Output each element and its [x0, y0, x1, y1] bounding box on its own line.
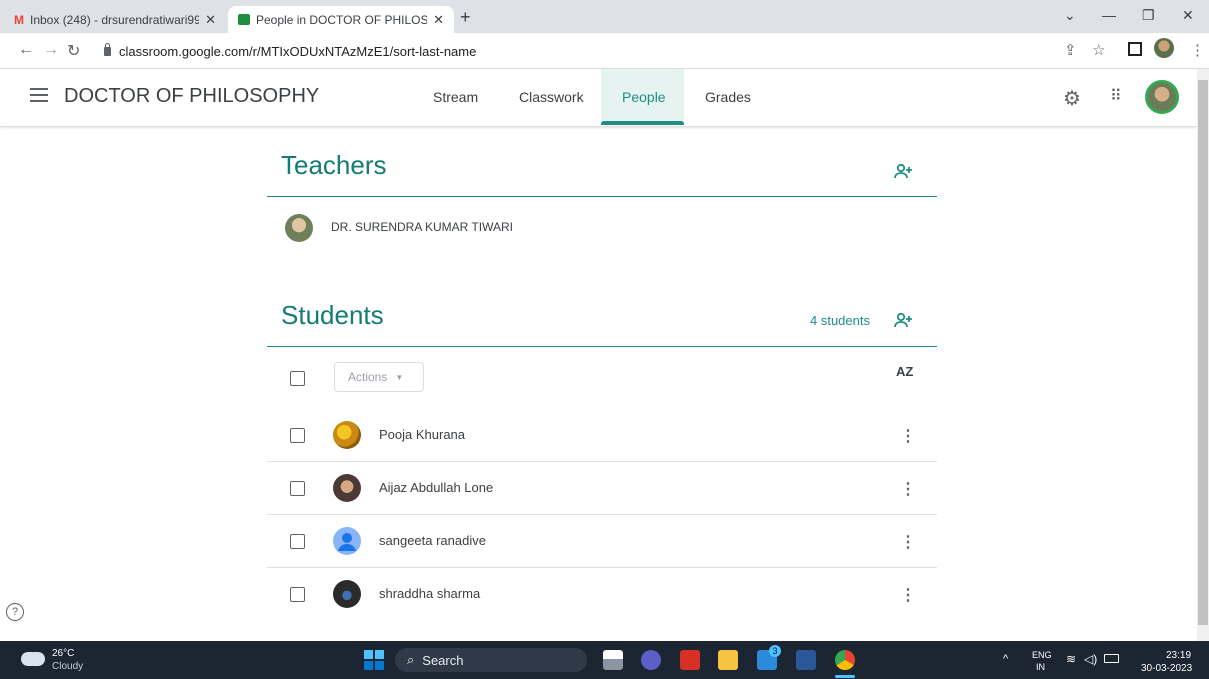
tab-people[interactable]: People	[622, 89, 666, 105]
forward-arrow-icon[interactable]: →	[43, 41, 59, 59]
teachers-divider	[267, 196, 937, 197]
actions-dropdown[interactable]: Actions ▼	[334, 362, 424, 392]
tab-close-icon[interactable]: ✕	[433, 12, 444, 28]
language-bottom[interactable]: IN	[1036, 662, 1045, 672]
more-options-icon[interactable]: ⋮	[900, 479, 916, 499]
lock-icon	[104, 42, 111, 56]
teacher-avatar	[285, 214, 313, 242]
select-all-checkbox[interactable]	[290, 371, 305, 386]
students-heading: Students	[281, 300, 384, 330]
more-options-icon[interactable]: ⋮	[900, 532, 916, 552]
share-icon[interactable]: ⇪	[1064, 41, 1077, 59]
teachers-heading: Teachers	[281, 150, 387, 180]
side-panel-icon[interactable]	[1128, 42, 1142, 56]
classroom-icon	[238, 14, 250, 25]
gmail-icon: M	[14, 12, 24, 27]
actions-label: Actions	[348, 370, 388, 384]
acrobat-icon[interactable]	[680, 650, 700, 670]
default-avatar-icon	[333, 527, 361, 555]
student-avatar	[333, 474, 361, 502]
teacher-name[interactable]: DR. SURENDRA KUMAR TIWARI	[331, 220, 513, 234]
apps-grid-icon[interactable]: ⠿	[1110, 86, 1122, 106]
tab-classwork[interactable]: Classwork	[519, 89, 584, 105]
file-explorer-icon[interactable]	[718, 650, 738, 670]
word-icon[interactable]	[796, 650, 816, 670]
row-divider	[267, 461, 937, 462]
clock-date[interactable]: 30-03-2023	[1141, 663, 1192, 674]
invite-teacher-icon[interactable]	[894, 163, 914, 182]
student-name[interactable]: sangeeta ranadive	[379, 533, 486, 548]
student-checkbox[interactable]	[290, 534, 305, 549]
bookmark-star-icon[interactable]: ☆	[1092, 41, 1105, 59]
search-label: Search	[422, 652, 464, 668]
main-menu-icon[interactable]	[30, 88, 48, 106]
chevron-down-icon: ▼	[395, 372, 404, 382]
browser-menu-icon[interactable]: ⋮	[1190, 41, 1205, 59]
minimize-button[interactable]: —	[1102, 7, 1116, 23]
tab-people-label: People in DOCTOR OF PHILOSOPHY	[256, 12, 428, 27]
url-text: classroom.google.com/r/MTIxODUxNTAzMzE1/…	[119, 43, 477, 59]
tab-grades[interactable]: Grades	[705, 89, 751, 105]
student-name[interactable]: Aijaz Abdullah Lone	[379, 480, 493, 495]
sort-az-icon[interactable]: AZ	[896, 364, 913, 379]
students-divider	[267, 346, 937, 347]
teams-chat-icon[interactable]	[641, 650, 661, 670]
account-avatar[interactable]	[1145, 80, 1179, 114]
tab-search-icon[interactable]: ⌄	[1064, 7, 1076, 24]
cloud-icon	[21, 652, 45, 666]
address-bar[interactable]: classroom.google.com/r/MTIxODUxNTAzMzE1/…	[104, 38, 1104, 64]
weather-temp[interactable]: 26°C	[52, 648, 74, 659]
student-name[interactable]: shraddha sharma	[379, 586, 480, 601]
tab-inbox[interactable]: M Inbox (248) - drsurendratiwari999 ✕	[4, 6, 226, 33]
taskbar-search[interactable]: ⌕ Search	[395, 648, 587, 672]
wifi-icon[interactable]: ≋	[1066, 652, 1076, 666]
windows-start-icon[interactable]	[364, 650, 384, 670]
clock-time[interactable]: 23:19	[1166, 650, 1191, 661]
invite-student-icon[interactable]	[894, 312, 914, 331]
scrollbar-thumb[interactable]	[1198, 80, 1208, 625]
battery-icon[interactable]	[1104, 654, 1119, 663]
student-checkbox[interactable]	[290, 587, 305, 602]
student-avatar	[333, 580, 361, 608]
tab-people[interactable]: People in DOCTOR OF PHILOSOPHY ✕	[228, 6, 454, 33]
search-icon: ⌕	[407, 652, 415, 667]
reload-icon[interactable]: ↻	[67, 41, 80, 61]
active-app-indicator	[835, 675, 855, 678]
tab-inbox-label: Inbox (248) - drsurendratiwari999	[30, 12, 200, 27]
maximize-button[interactable]: ❐	[1142, 7, 1155, 24]
language-top[interactable]: ENG	[1032, 650, 1052, 660]
student-checkbox[interactable]	[290, 428, 305, 443]
student-name[interactable]: Pooja Khurana	[379, 427, 465, 442]
chrome-icon[interactable]	[835, 650, 855, 670]
close-window-button[interactable]: ✕	[1182, 7, 1194, 24]
more-options-icon[interactable]: ⋮	[900, 585, 916, 605]
task-view-icon[interactable]	[603, 650, 623, 670]
student-checkbox[interactable]	[290, 481, 305, 496]
chevron-up-icon[interactable]: ^	[1003, 653, 1008, 665]
weather-desc[interactable]: Cloudy	[52, 661, 83, 672]
new-tab-button[interactable]: +	[460, 7, 471, 28]
more-options-icon[interactable]: ⋮	[900, 426, 916, 446]
students-count: 4 students	[810, 313, 870, 328]
row-divider	[267, 567, 937, 568]
class-title[interactable]: DOCTOR OF PHILOSOPHY	[64, 85, 319, 108]
settings-gear-icon[interactable]: ⚙	[1063, 86, 1081, 111]
active-tab-indicator	[601, 121, 684, 125]
speaker-icon[interactable]: ◁)	[1084, 652, 1097, 666]
student-avatar	[333, 421, 361, 449]
profile-avatar[interactable]	[1154, 38, 1174, 58]
row-divider	[267, 514, 937, 515]
mail-badge: 3	[769, 645, 781, 657]
back-arrow-icon[interactable]: ←	[18, 41, 34, 59]
tab-stream[interactable]: Stream	[433, 89, 478, 105]
help-icon[interactable]: ?	[6, 603, 24, 621]
tab-close-icon[interactable]: ✕	[205, 12, 216, 28]
